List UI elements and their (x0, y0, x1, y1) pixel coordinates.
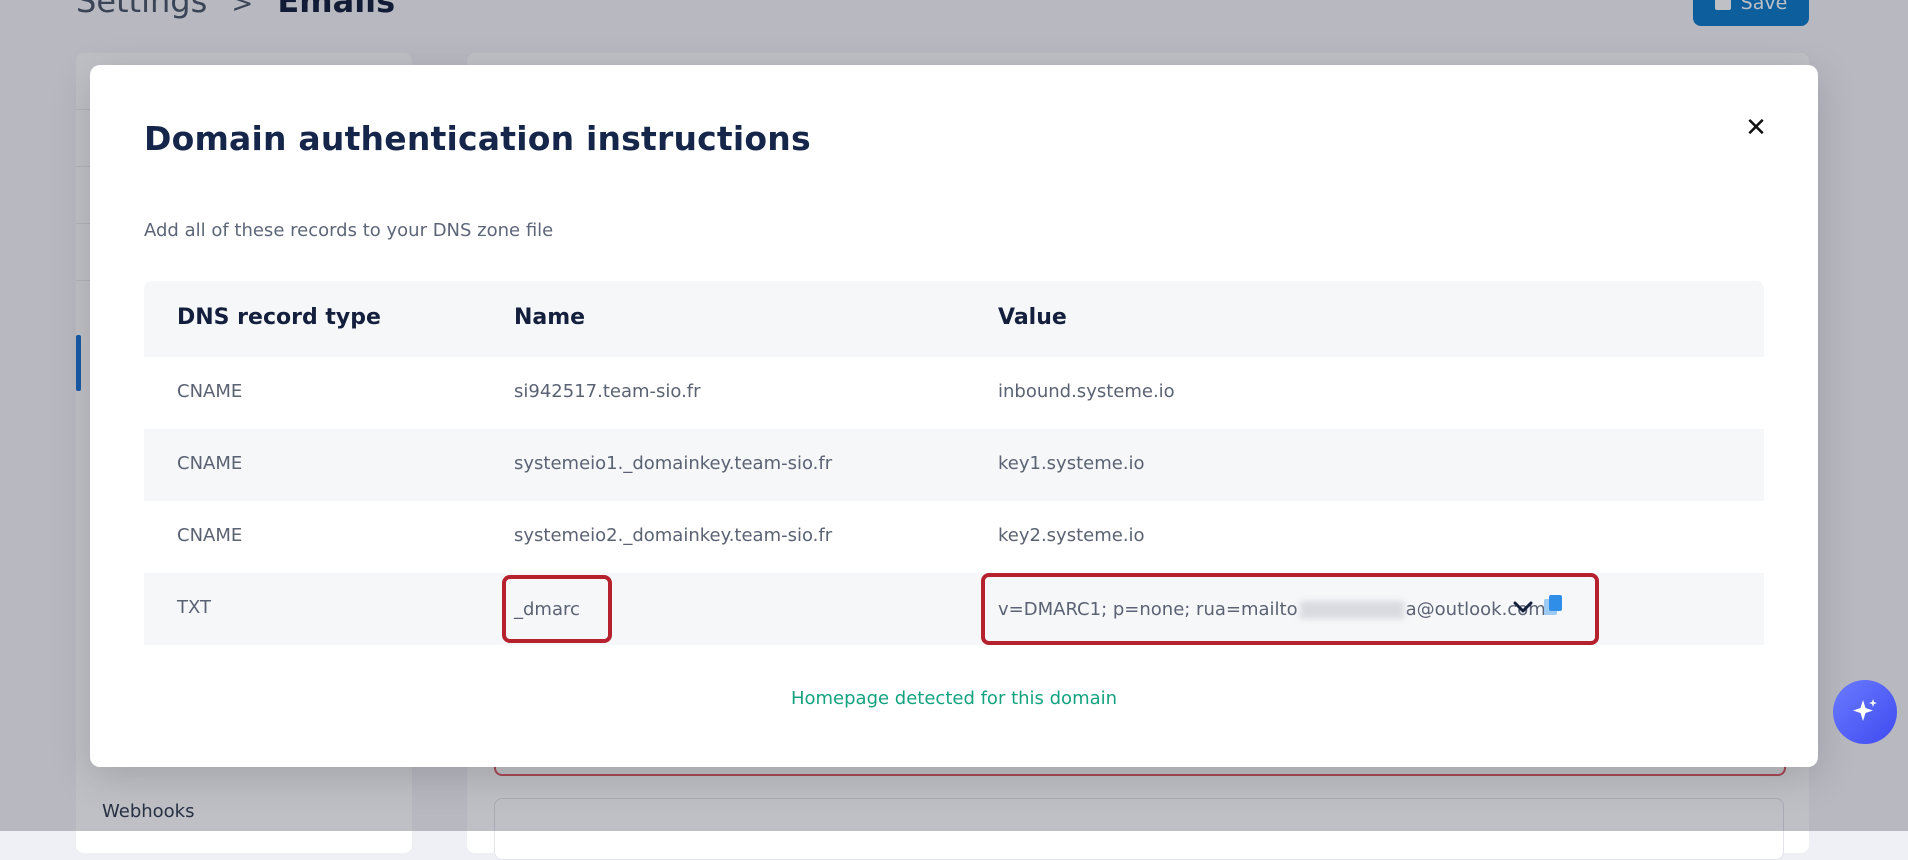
column-header-value: Value (998, 305, 1067, 330)
domain-auth-modal: Domain authentication instructions ✕ Add… (90, 65, 1818, 767)
record-type: CNAME (177, 453, 243, 474)
record-value: key2.systeme.io (998, 525, 1145, 546)
column-header-type: DNS record type (177, 305, 381, 330)
table-row: CNAME si942517.team-sio.fr inbound.syste… (144, 357, 1764, 429)
record-value: inbound.systeme.io (998, 381, 1175, 402)
record-value: v=DMARC1; p=none; rua=mailto a@outlook.co… (998, 599, 1546, 620)
copy-icon[interactable] (1542, 594, 1564, 618)
modal-subtitle: Add all of these records to your DNS zon… (144, 220, 554, 241)
table-row: CNAME systemeio2._domainkey.team-sio.fr … (144, 501, 1764, 573)
redacted-text (1299, 601, 1404, 619)
sparkle-icon (1853, 699, 1877, 721)
close-icon[interactable]: ✕ (1741, 113, 1771, 143)
record-value: key1.systeme.io (998, 453, 1145, 474)
record-name: si942517.team-sio.fr (514, 381, 701, 402)
table-row: CNAME systemeio1._domainkey.team-sio.fr … (144, 429, 1764, 501)
dns-records-table: DNS record type Name Value CNAME si94251… (144, 281, 1764, 645)
ai-assistant-button[interactable] (1833, 680, 1897, 744)
modal-title: Domain authentication instructions (144, 119, 811, 158)
record-type: CNAME (177, 525, 243, 546)
status-message: Homepage detected for this domain (790, 688, 1118, 709)
chevron-down-icon[interactable] (1510, 597, 1536, 617)
record-name: systemeio1._domainkey.team-sio.fr (514, 453, 833, 474)
table-header: DNS record type Name Value (144, 281, 1764, 357)
record-name: systemeio2._domainkey.team-sio.fr (514, 525, 833, 546)
record-value-prefix: v=DMARC1; p=none; rua=mailto (998, 599, 1298, 620)
record-type: CNAME (177, 381, 243, 402)
record-name: _dmarc (514, 599, 580, 620)
record-type: TXT (177, 597, 212, 618)
table-row: TXT _dmarc v=DMARC1; p=none; rua=mailto a… (144, 573, 1764, 645)
column-header-name: Name (514, 305, 586, 330)
